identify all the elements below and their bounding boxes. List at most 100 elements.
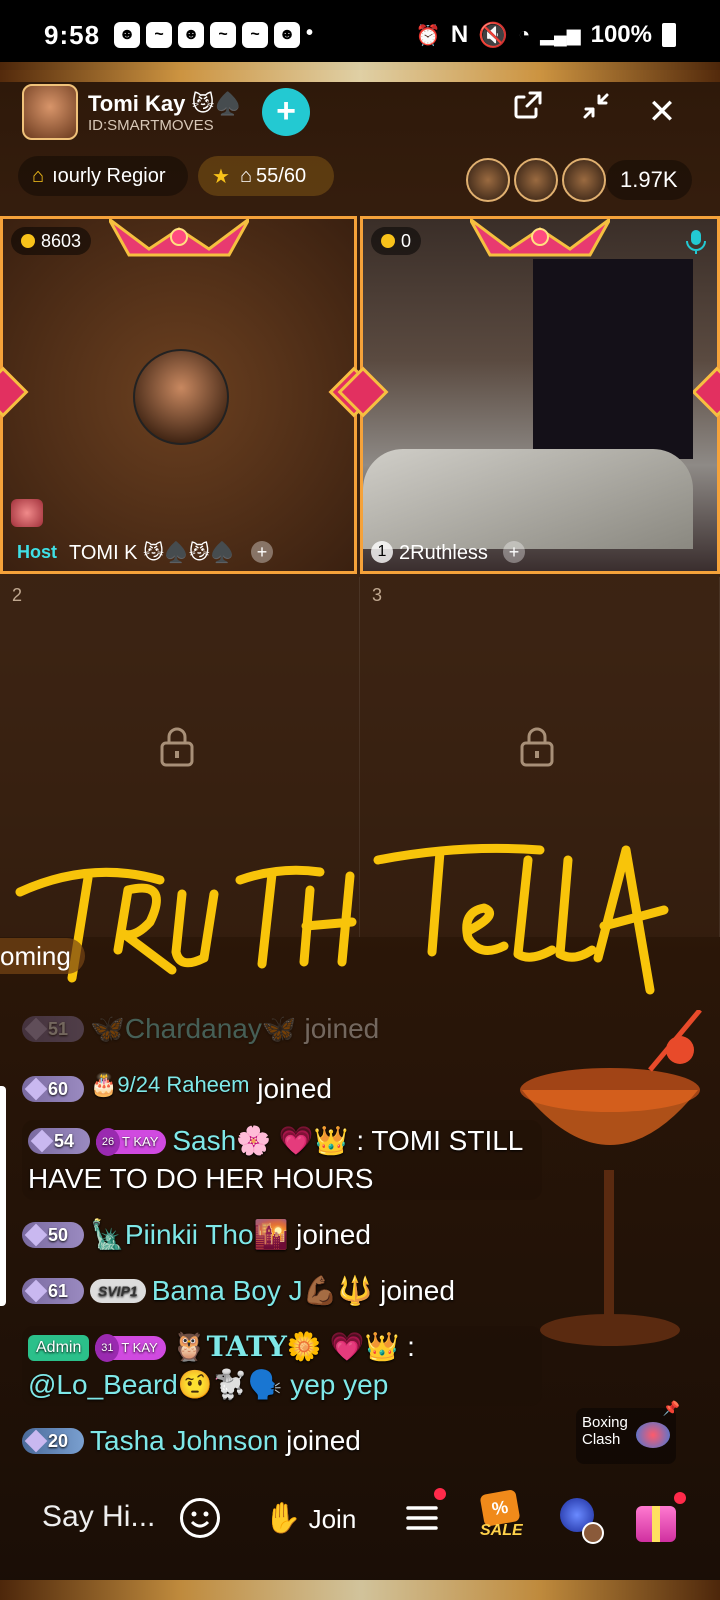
host-id: ID:SMARTMOVES: [88, 116, 214, 134]
boxing-clash-label: Boxing Clash: [582, 1414, 628, 1448]
chat-message[interactable]: 50 🗽Piinkii Tho🌇 joined: [22, 1216, 371, 1254]
lock-icon: [520, 727, 554, 767]
chat-username[interactable]: 🎂9/24 Raheem: [90, 1072, 249, 1097]
chat-badges: 💗👑: [278, 1125, 349, 1156]
bottom-ornament: [0, 1580, 720, 1600]
rose-gift-icon[interactable]: [556, 1494, 608, 1546]
chat-message[interactable]: AdminT KAY🦉TATY🌼 💗👑 : @Lo_Beard🤨🐩🗣️ yep …: [22, 1326, 542, 1406]
more-notifications-dot-icon: •: [306, 22, 314, 44]
video-room-scene: [533, 259, 693, 459]
gift-ribbon-icon: [652, 1506, 660, 1542]
emoji-icon[interactable]: [180, 1498, 220, 1538]
alarm-icon: ⏰: [415, 24, 441, 47]
seat-follow-icon[interactable]: +: [503, 541, 525, 563]
share-icon[interactable]: [504, 88, 552, 136]
raise-hand-icon: ✋: [264, 1502, 302, 1535]
chat-username[interactable]: 🦋Chardanay🦋: [90, 1013, 297, 1044]
seat-index: 1: [371, 541, 393, 563]
app-notification-icon: ~: [146, 22, 173, 48]
chat-text: joined: [296, 1219, 371, 1250]
sale-icon[interactable]: % SALE: [476, 1489, 524, 1544]
home-icon: ⌂: [32, 164, 45, 187]
viewer-avatar[interactable]: [562, 158, 606, 202]
join-button[interactable]: ✋ Join: [264, 1498, 356, 1540]
app-notification-icon: ~: [210, 22, 237, 48]
viewer-avatar[interactable]: [466, 158, 510, 202]
follow-button[interactable]: +: [262, 88, 310, 136]
star-icon: ★: [212, 165, 230, 188]
chat-badges: 💗👑: [329, 1331, 400, 1362]
gem-decoration: [0, 366, 29, 418]
seat-host[interactable]: 8603 Host TOMI K 😼♠️😼♠️ +: [0, 216, 380, 574]
crown-decoration: [470, 219, 610, 257]
gift-icon[interactable]: [630, 1490, 686, 1546]
seat-count-badge[interactable]: ★ ⌂ 55/60: [198, 156, 334, 196]
level-badge: 50: [22, 1222, 84, 1248]
seat-follow-icon[interactable]: +: [251, 541, 273, 563]
chat-text: joined: [286, 1425, 361, 1456]
svip-badge: SVIP1: [90, 1279, 146, 1303]
chat-username[interactable]: 🗽Piinkii Tho🌇: [90, 1219, 288, 1250]
chat-username[interactable]: Tasha Johnson: [90, 1425, 278, 1456]
hourly-region-badge[interactable]: ⌂ ıourly Regior: [18, 156, 188, 196]
app-notification-icon: ~: [242, 22, 269, 48]
host-seat-avatar[interactable]: [133, 349, 229, 445]
sale-label: SALE: [480, 1522, 523, 1539]
chat-text: joined: [304, 1013, 380, 1044]
chat-message[interactable]: 60 🎂9/24 Raheem joined: [22, 1066, 332, 1108]
chat-input[interactable]: Say Hi...: [42, 1500, 155, 1534]
seat-number: 2: [12, 585, 23, 605]
sofa-icon: ⌂: [239, 164, 253, 187]
host-name: Tomi Kay 😼♠️: [88, 90, 242, 116]
hamburger-icon: [406, 1506, 438, 1530]
chat-mention[interactable]: @Lo_Beard🤨🐩🗣️ yep yep: [28, 1369, 388, 1400]
app-notification-icon: ☻: [114, 22, 141, 48]
boxing-clash-button[interactable]: Boxing Clash 📌: [576, 1400, 680, 1464]
chat-text: joined: [380, 1275, 455, 1306]
fan-badge: T KAY: [96, 1128, 167, 1156]
seat-1[interactable]: 0 1 2Ruthless +: [337, 216, 720, 574]
top-ornament: [0, 62, 720, 82]
pin-icon: 📌: [662, 1400, 680, 1416]
signal-icon: ▂▄▆: [540, 24, 581, 45]
battery-level: 100%: [590, 21, 652, 48]
video-bed-scene: [363, 449, 693, 549]
chat-username[interactable]: 🦉TATY🌼: [172, 1330, 322, 1363]
seat-coins: 8603: [11, 227, 92, 255]
smiley-icon: [190, 1511, 210, 1528]
chat-message[interactable]: 61 SVIP1 Bama Boy J💪🏾🔱 joined: [22, 1272, 455, 1310]
chat-text: :: [407, 1331, 415, 1362]
chat-username[interactable]: Sash🌸: [172, 1125, 271, 1156]
status-time: 9:58: [44, 19, 101, 50]
chat-username[interactable]: Bama Boy J💪🏾🔱: [152, 1275, 373, 1306]
top-viewers[interactable]: [462, 158, 606, 202]
menu-icon[interactable]: [404, 1488, 446, 1536]
viewer-count[interactable]: 1.97K: [606, 160, 692, 200]
chat-message[interactable]: 51 🦋Chardanay🦋 joined: [22, 1010, 379, 1048]
level-badge: 54: [28, 1128, 90, 1154]
host-tag: Host: [17, 542, 57, 562]
chat-message[interactable]: 54T KAYSash🌸 💗👑 : TOMI STILL HAVE TO DO …: [22, 1120, 542, 1200]
notification-dot: [434, 1488, 446, 1500]
close-icon[interactable]: ✕: [638, 88, 686, 136]
hourly-region-label: ıourly Regior: [52, 164, 166, 187]
system-status: ⏰ N 🔇 ◔ ▂▄▆ 100%: [416, 21, 676, 50]
host-avatar[interactable]: [22, 84, 78, 140]
chat-message[interactable]: 20 Tasha Johnson joined: [22, 1422, 361, 1460]
level-badge: 60: [22, 1076, 84, 1102]
minimize-icon-svg: [583, 93, 609, 119]
seat-number: 3: [372, 585, 383, 605]
chat-scroll-indicator: [0, 1086, 6, 1306]
app-notification-icon: ☻: [274, 22, 301, 48]
seat-coins: 0: [371, 227, 422, 255]
seat-name: TOMI K 😼♠️😼♠️: [69, 542, 235, 564]
app-notification-icon: ☻: [178, 22, 205, 48]
viewer-avatar[interactable]: [514, 158, 558, 202]
level-badge: 61: [22, 1278, 84, 1304]
boxing-glove-icon: [636, 1422, 670, 1448]
mute-icon: 🔇: [478, 21, 509, 49]
minimize-icon[interactable]: [572, 88, 620, 136]
mic-icon[interactable]: [685, 229, 707, 255]
host-badge-icon: [11, 499, 43, 527]
gem-decoration: [691, 366, 720, 418]
